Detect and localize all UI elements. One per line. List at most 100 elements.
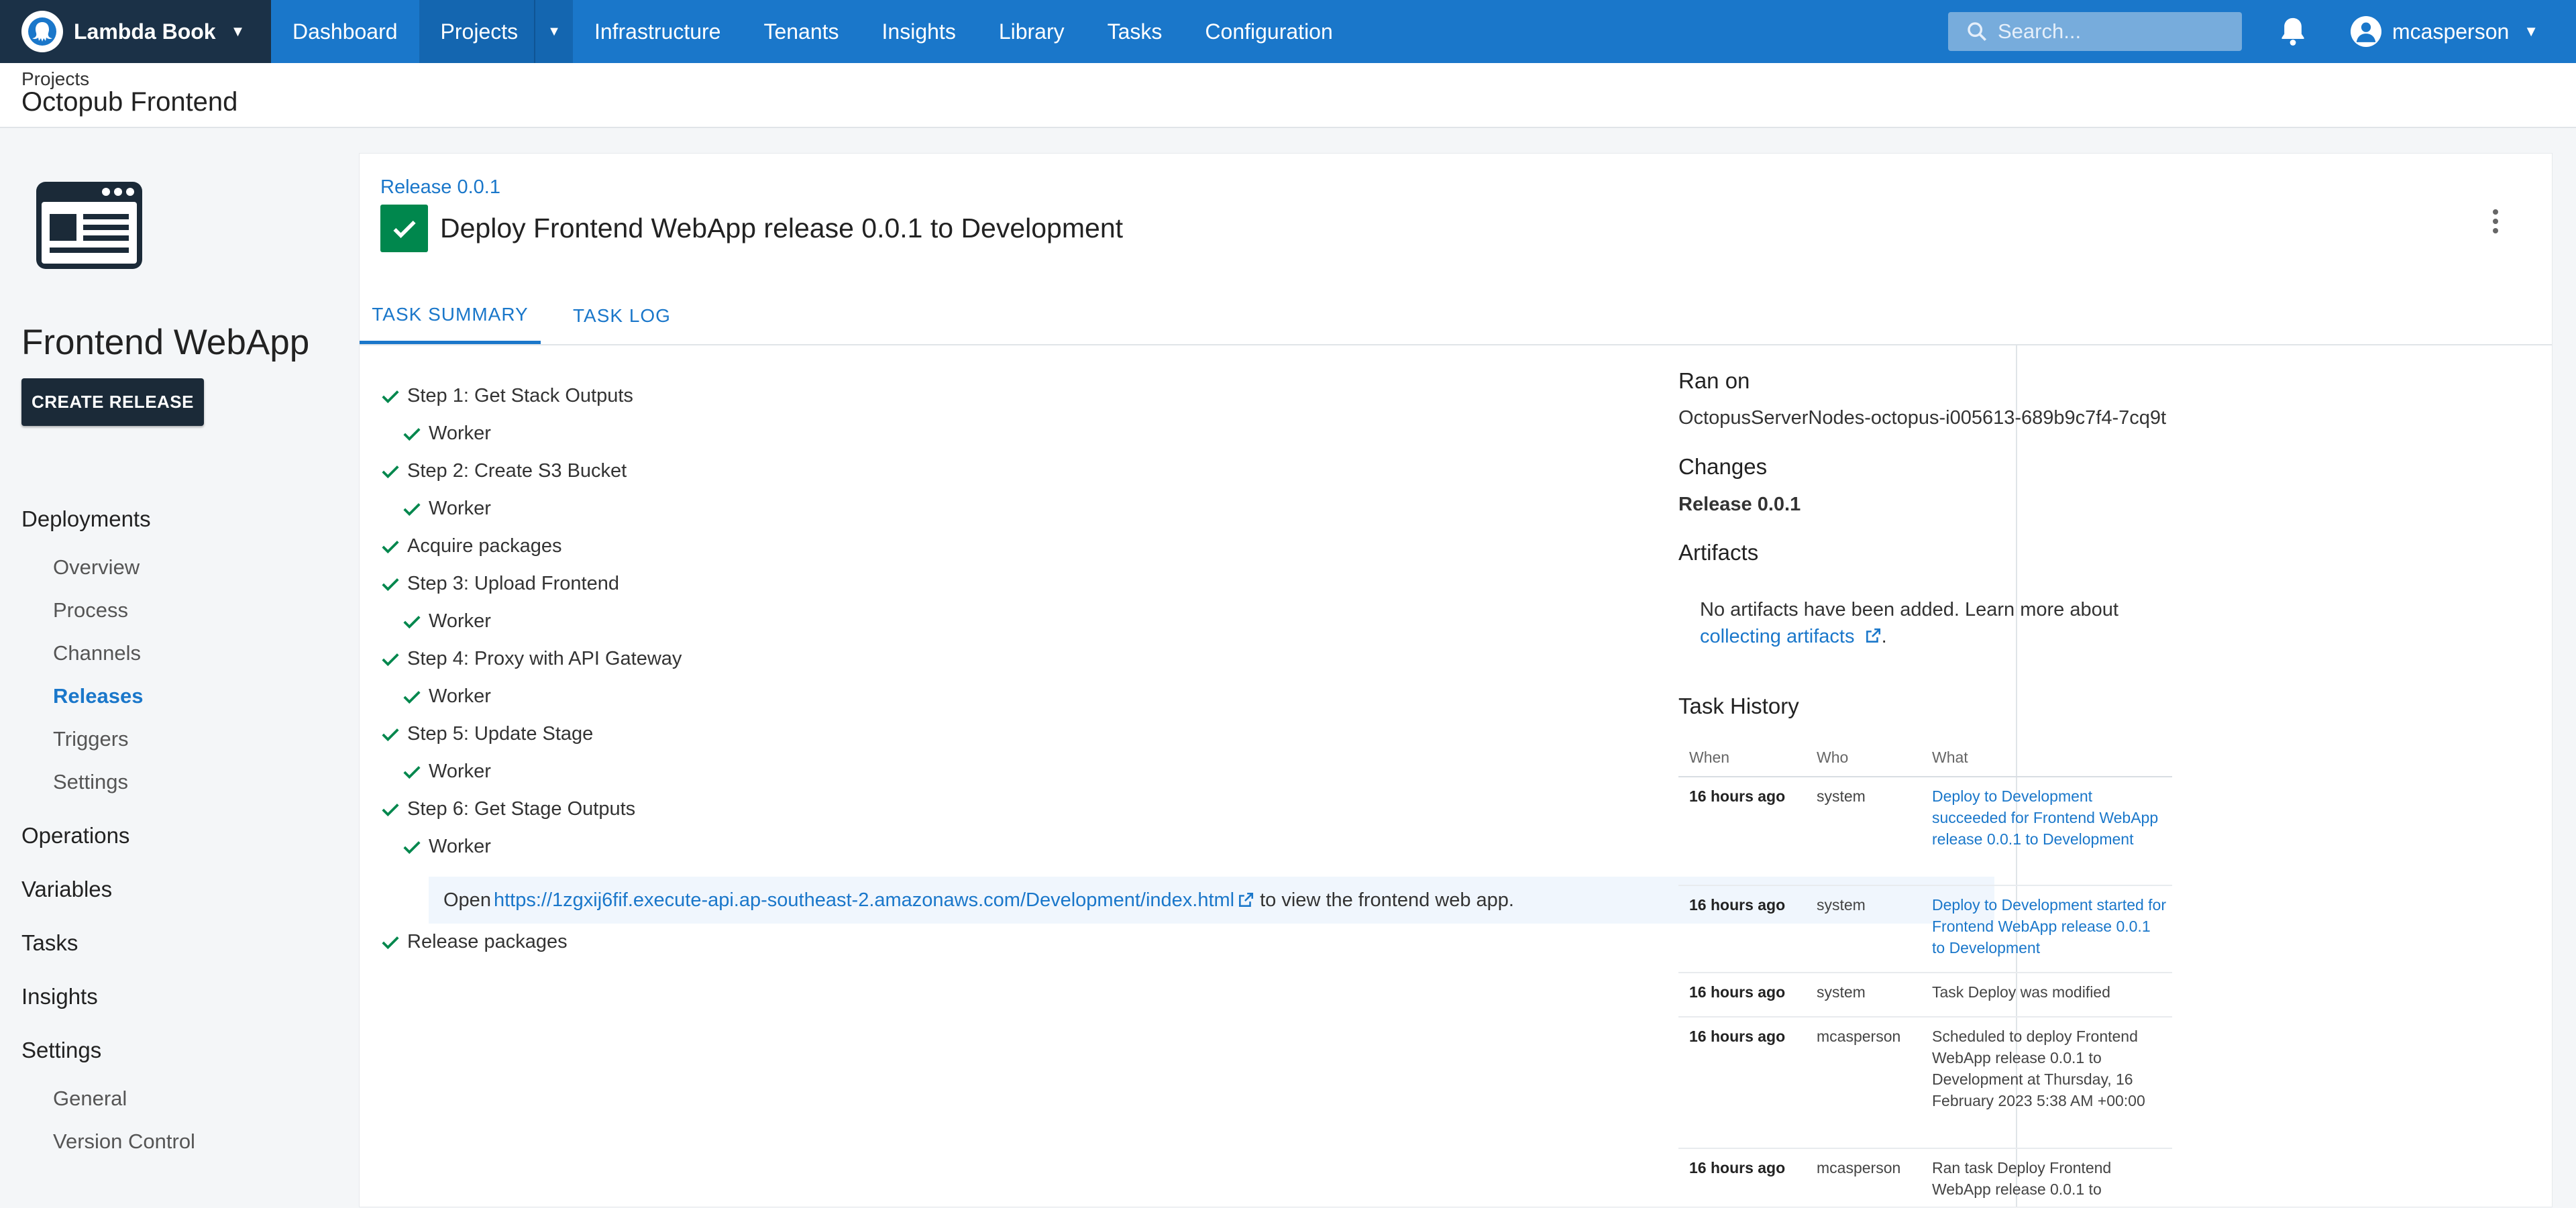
- sidebar-item-version-control[interactable]: Version Control: [53, 1130, 195, 1154]
- more-vert-icon[interactable]: [2490, 206, 2501, 241]
- sidebar-item-general[interactable]: General: [53, 1087, 127, 1111]
- nav-library[interactable]: Library: [977, 0, 1086, 63]
- nav-dashboard[interactable]: Dashboard: [271, 0, 419, 63]
- sidebar-head-tasks[interactable]: Tasks: [21, 930, 78, 956]
- step-label: Worker: [429, 836, 491, 857]
- page-header: Projects Octopub Frontend: [0, 63, 2576, 128]
- check-icon: [382, 653, 399, 666]
- table-header-row: When Who What: [1678, 741, 2172, 777]
- space-switcher[interactable]: Lambda Book ▼: [0, 0, 271, 63]
- step-label: Step 4: Proxy with API Gateway: [407, 648, 682, 669]
- list-item[interactable]: Step 2: Create S3 Bucket: [380, 460, 627, 482]
- history-when: 16 hours ago: [1689, 1159, 1786, 1176]
- nav-tenants[interactable]: Tenants: [742, 0, 860, 63]
- nav-tasks[interactable]: Tasks: [1086, 0, 1184, 63]
- tab-task-log[interactable]: TASK LOG: [573, 288, 671, 344]
- list-item[interactable]: Worker: [402, 685, 491, 708]
- check-icon: [382, 728, 399, 741]
- username: mcasperson: [2392, 19, 2510, 44]
- top-nav-bar: Lambda Book ▼ Dashboard Projects ▼ Infra…: [0, 0, 2576, 63]
- artifacts-period: .: [1881, 626, 1887, 647]
- check-icon: [382, 465, 399, 478]
- search-input[interactable]: Search...: [1948, 12, 2242, 51]
- nav-configuration[interactable]: Configuration: [1183, 0, 1354, 63]
- sidebar-head-settings[interactable]: Settings: [21, 1038, 101, 1063]
- project-name: Frontend WebApp: [21, 323, 310, 362]
- nav-insights[interactable]: Insights: [861, 0, 977, 63]
- sidebar-head-insights[interactable]: Insights: [21, 984, 98, 1009]
- list-item[interactable]: Step 5: Update Stage: [380, 723, 593, 745]
- check-icon: [382, 803, 399, 816]
- sidebar-item-process[interactable]: Process: [53, 598, 128, 622]
- create-release-button[interactable]: CREATE RELEASE: [21, 378, 204, 426]
- ran-on-value: OctopusServerNodes-octopus-i005613-689b9…: [1678, 407, 2167, 429]
- page-title: Octopub Frontend: [21, 87, 238, 117]
- list-item[interactable]: Step 1: Get Stack Outputs: [380, 385, 633, 407]
- list-item[interactable]: Release packages: [380, 931, 568, 953]
- nav-infrastructure[interactable]: Infrastructure: [573, 0, 743, 63]
- history-what[interactable]: Deploy to Development started for Fronte…: [1932, 894, 2167, 958]
- artifacts-link-row: collecting artifacts .: [1700, 626, 1887, 648]
- projects-dropdown-icon[interactable]: ▼: [534, 0, 573, 63]
- step-label: Release packages: [407, 931, 568, 952]
- sidebar-item-channels[interactable]: Channels: [53, 641, 141, 665]
- check-icon: [403, 840, 421, 854]
- list-item[interactable]: Step 3: Upload Frontend: [380, 573, 619, 595]
- sidebar-item-triggers[interactable]: Triggers: [53, 727, 129, 751]
- history-what[interactable]: Scheduled to deploy Frontend WebApp rele…: [1932, 1026, 2167, 1111]
- step-label: Acquire packages: [407, 535, 562, 557]
- history-what[interactable]: Task Deploy was modified: [1932, 981, 2167, 1003]
- history-what[interactable]: Ran task Deploy Frontend WebApp release …: [1932, 1157, 2167, 1200]
- history-when: 16 hours ago: [1689, 983, 1786, 1001]
- check-icon: [403, 690, 421, 704]
- user-menu[interactable]: mcasperson ▼: [2351, 0, 2538, 63]
- list-item[interactable]: Worker: [402, 836, 491, 858]
- list-item[interactable]: Worker: [402, 423, 491, 445]
- list-item[interactable]: Acquire packages: [380, 535, 562, 557]
- artifacts-text: No artifacts have been added. Learn more…: [1700, 599, 2118, 620]
- check-icon: [403, 615, 421, 628]
- sidebar-item-settings[interactable]: Settings: [53, 770, 128, 794]
- sidebar-head-deployments[interactable]: Deployments: [21, 506, 151, 532]
- external-link-icon[interactable]: [1237, 891, 1254, 909]
- sidebar-head-variables[interactable]: Variables: [21, 877, 112, 902]
- sidebar-head-operations[interactable]: Operations: [21, 823, 129, 848]
- list-item[interactable]: Step 6: Get Stage Outputs: [380, 798, 635, 820]
- release-link[interactable]: Release 0.0.1: [380, 176, 500, 199]
- output-url-link[interactable]: https://1zgxij6fif.execute-api.ap-southe…: [494, 889, 1234, 912]
- check-icon: [382, 540, 399, 553]
- changes-value[interactable]: Release 0.0.1: [1678, 494, 1801, 516]
- col-who: Who: [1817, 749, 1849, 766]
- ran-on-heading: Ran on: [1678, 368, 1750, 393]
- history-when: 16 hours ago: [1689, 1028, 1786, 1045]
- space-name: Lambda Book: [74, 19, 216, 44]
- task-tabs: TASK SUMMARY TASK LOG: [360, 288, 2552, 345]
- list-item[interactable]: Step 4: Proxy with API Gateway: [380, 648, 682, 670]
- nav-projects[interactable]: Projects: [419, 0, 535, 63]
- success-check-icon: [380, 205, 428, 252]
- sidebar-item-overview[interactable]: Overview: [53, 555, 140, 580]
- bell-icon[interactable]: [2278, 15, 2308, 52]
- history-what[interactable]: Deploy to Development succeeded for Fron…: [1932, 785, 2167, 850]
- check-icon: [403, 427, 421, 441]
- list-item[interactable]: Worker: [402, 610, 491, 633]
- external-link-icon[interactable]: [1864, 627, 1882, 645]
- chevron-down-icon: ▼: [2524, 23, 2539, 40]
- tab-task-summary[interactable]: TASK SUMMARY: [360, 288, 541, 344]
- history-who: mcasperson: [1817, 1159, 1901, 1176]
- step-label: Worker: [429, 685, 491, 707]
- step-label: Step 2: Create S3 Bucket: [407, 460, 627, 482]
- history-who: system: [1817, 896, 1866, 914]
- search-icon: [1968, 22, 1987, 42]
- collecting-artifacts-link[interactable]: collecting artifacts: [1700, 626, 1855, 647]
- history-who: system: [1817, 983, 1866, 1001]
- table-row: 16 hours ago system Deploy to Developmen…: [1678, 776, 2172, 886]
- col-what: What: [1932, 749, 1968, 766]
- sidebar-item-releases[interactable]: Releases: [53, 684, 143, 708]
- list-item[interactable]: Worker: [402, 761, 491, 783]
- history-when: 16 hours ago: [1689, 896, 1786, 914]
- project-logo-icon: [36, 182, 142, 272]
- step-label: Worker: [429, 761, 491, 782]
- list-item[interactable]: Worker: [402, 498, 491, 520]
- step-label: Step 3: Upload Frontend: [407, 573, 619, 594]
